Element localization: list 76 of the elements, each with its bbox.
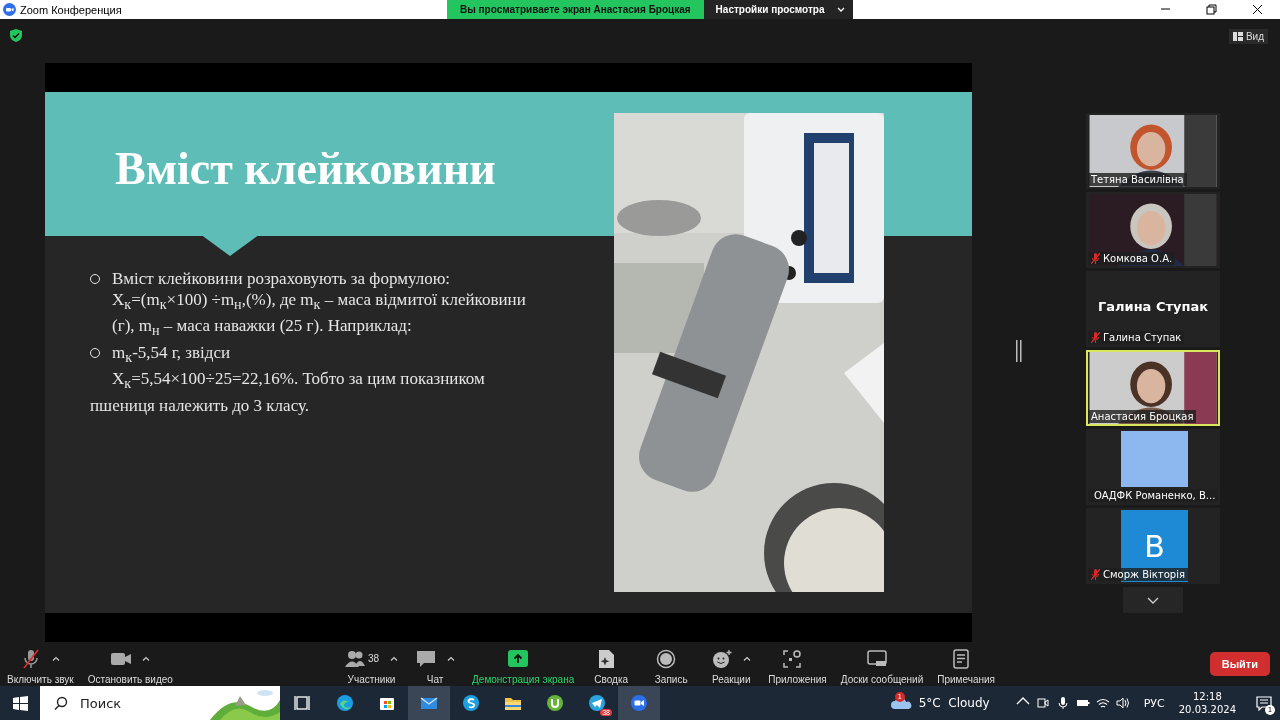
participant-name: Галина Ступак [1103, 332, 1182, 343]
people-icon [344, 648, 365, 669]
caret-icon[interactable] [51, 656, 60, 661]
slide-title: Вміст клейковини [115, 142, 497, 195]
shield-icon [10, 29, 22, 42]
language-indicator[interactable]: РУС [1143, 696, 1165, 710]
resize-handle-icon[interactable] [1016, 340, 1022, 362]
caret-icon[interactable] [742, 656, 751, 661]
board-icon [866, 648, 887, 669]
chevron-down-icon [1147, 596, 1159, 604]
apps-icon [782, 648, 802, 669]
camera-icon[interactable] [1035, 696, 1050, 710]
muted-mic-icon [1091, 253, 1100, 264]
caret-icon[interactable] [446, 656, 455, 661]
toolbar-button[interactable]: Сводка [581, 643, 642, 685]
notes-icon [950, 648, 971, 669]
clock-time[interactable]: 12:18 [1192, 690, 1222, 703]
zoom-icon [630, 694, 648, 712]
participant-name: ОАДФК Романенко, В... [1094, 490, 1216, 501]
view-settings-button[interactable]: Настройки просмотра [703, 0, 853, 19]
toolbar-button[interactable]: Приложения [761, 643, 834, 685]
caret-icon [836, 7, 845, 12]
video-placeholder [1121, 431, 1188, 487]
bullet-text: m$_{к}$-5,54 г, звідси X$_{к}$=5,54×100÷25=22,16%. Тобто за цим показником [112, 341, 485, 394]
window-title: Zoom Конференция [20, 3, 122, 16]
wifi-icon[interactable] [1095, 696, 1110, 710]
participant-count: 38 [367, 653, 380, 664]
mic-off-icon [20, 648, 41, 669]
microphone-icon[interactable] [1055, 696, 1070, 710]
edge-icon [336, 694, 354, 712]
toolbar-button[interactable]: Реакции [701, 643, 762, 685]
toolbar-button[interactable]: Остановить видео [80, 643, 180, 685]
muted-mic-icon [1091, 569, 1100, 580]
bullet-text: Вміст клейковини розраховують за формулою: X$_{к}$=(m$_{к}$×100) ÷m$_{н}$,(%), де m$_{к}$ – маса відмитої клейковини (г), m$_{н}$ – маса наважки (25 г). Наприклад: [112, 268, 526, 341]
telegram-icon [588, 694, 606, 712]
participant-tile[interactable]: Анастасия Броцкая [1086, 350, 1220, 426]
restore-icon[interactable] [1205, 4, 1217, 15]
torrent-icon [546, 694, 564, 712]
participant-name: Комкова О.А. [1103, 253, 1173, 264]
speaker-icon[interactable] [1115, 696, 1130, 710]
chat-icon [415, 648, 436, 669]
skype-icon [462, 694, 480, 712]
toolbar-button[interactable]: Демонстрация экрана [465, 643, 582, 685]
search-icon [54, 696, 68, 710]
clock-date[interactable]: 20.03.2024 [1178, 703, 1236, 716]
toolbar-button[interactable]: Запись [641, 643, 702, 685]
toolbar-button[interactable]: Примечания [930, 643, 1002, 685]
leave-button[interactable]: Выйти [1209, 652, 1270, 676]
toolbar-button[interactable]: Доски сообщений [833, 643, 931, 685]
participant-tile[interactable]: Тетяна Василівна [1086, 113, 1220, 189]
participant-tile[interactable]: ОАДФК Романенко, В... [1086, 429, 1220, 505]
participant-tile[interactable]: Галина Ступак Галина Ступак [1086, 271, 1220, 347]
participant-name: Тетяна Василівна [1091, 174, 1184, 185]
view-button[interactable]: Вид [1228, 29, 1268, 44]
caret-icon[interactable] [141, 656, 150, 661]
share-icon [507, 648, 528, 669]
toolbar-button[interactable]: 38 Участники [337, 643, 406, 685]
muted-mic-icon [1091, 332, 1100, 343]
record-icon [655, 648, 676, 669]
participant-tile[interactable]: В Сморж Вікторія [1086, 508, 1220, 584]
taskview-icon [294, 694, 312, 712]
screen-share-banner: Вы просматриваете экран Анастасия Броцкая [447, 0, 704, 19]
toolbar-button[interactable]: Чат [405, 643, 466, 685]
notification-icon[interactable] [1256, 695, 1272, 711]
participant-name: Анастасия Броцкая [1091, 411, 1194, 422]
participant-display-name: Галина Ступак [1096, 299, 1210, 314]
caret-icon[interactable] [390, 656, 399, 661]
zoom-logo-icon [3, 3, 16, 16]
reaction-icon [711, 648, 732, 669]
bullet-text: пшениця належить до 3 класу. [90, 394, 310, 416]
windows-start-icon[interactable] [12, 695, 28, 711]
taskbar-app[interactable] [618, 686, 660, 720]
close-icon[interactable] [1251, 4, 1263, 15]
layout-icon [1232, 32, 1243, 41]
participant-tile[interactable]: Комкова О.А. [1086, 192, 1220, 268]
toolbar-button[interactable]: Включить звук [0, 643, 81, 685]
